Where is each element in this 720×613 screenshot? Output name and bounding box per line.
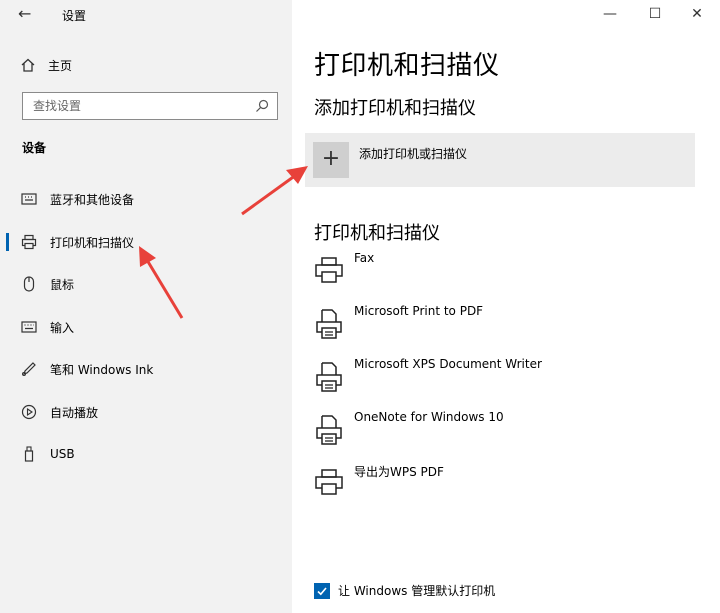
search-input[interactable]	[31, 93, 255, 119]
home-icon	[20, 57, 36, 73]
search-box[interactable]	[22, 92, 278, 120]
plus-icon: +	[313, 142, 349, 178]
keyboard-device-icon	[21, 191, 37, 207]
default-printer-option[interactable]: 让 Windows 管理默认打印机	[314, 582, 495, 599]
minimize-button[interactable]: —	[598, 4, 622, 24]
document-printer-icon	[314, 361, 344, 393]
sidebar-item-usb[interactable]: USB	[0, 437, 292, 471]
sidebar-item-label: 打印机和扫描仪	[50, 235, 135, 250]
sidebar-item-autoplay[interactable]: 自动播放	[0, 395, 292, 429]
sidebar-item-printers[interactable]: 打印机和扫描仪	[0, 225, 292, 259]
printer-name: Microsoft XPS Document Writer	[354, 357, 542, 371]
printer-icon	[314, 467, 344, 499]
sidebar-item-typing[interactable]: 输入	[0, 310, 292, 344]
sidebar-item-label: 鼠标	[50, 277, 75, 292]
add-section-title: 添加打印机和扫描仪	[314, 98, 476, 119]
keyboard-icon	[21, 319, 37, 335]
maximize-button[interactable]: ☐	[643, 4, 667, 24]
checkbox-label: 让 Windows 管理默认打印机	[338, 584, 496, 598]
autoplay-icon	[21, 404, 37, 420]
selected-indicator	[6, 233, 9, 251]
mouse-icon	[21, 276, 37, 292]
page-title: 打印机和扫描仪	[314, 51, 500, 81]
printer-name: 导出为WPS PDF	[354, 465, 444, 479]
add-printer-button[interactable]: + 添加打印机或扫描仪	[305, 133, 695, 187]
document-printer-icon	[314, 308, 344, 340]
printer-list-title: 打印机和扫描仪	[314, 223, 440, 244]
printer-icon	[314, 255, 344, 287]
back-arrow-icon[interactable]: ←	[18, 5, 40, 23]
printer-item-onenote[interactable]: OneNote for Windows 10	[314, 410, 504, 454]
sidebar-item-label: USB	[50, 447, 75, 461]
checkbox-checked[interactable]	[314, 582, 330, 599]
home-label: 主页	[48, 58, 73, 73]
section-title: 设备	[22, 141, 47, 155]
printer-name: OneNote for Windows 10	[354, 410, 504, 424]
search-icon[interactable]	[255, 98, 269, 112]
usb-icon	[21, 446, 37, 462]
sidebar: ← 设置 主页 设备 蓝牙和其他设备 打印机和扫描仪 鼠标	[0, 0, 292, 613]
sidebar-item-label: 笔和 Windows Ink	[50, 362, 154, 377]
printer-item-fax[interactable]: Fax	[314, 251, 374, 295]
sidebar-item-label: 蓝牙和其他设备	[50, 192, 135, 207]
app-title: 设置	[62, 9, 87, 23]
printer-name: Microsoft Print to PDF	[354, 304, 484, 318]
printer-icon	[21, 234, 37, 250]
close-button[interactable]: ✕	[685, 4, 709, 24]
document-printer-icon	[314, 414, 344, 446]
sidebar-item-label: 输入	[50, 320, 75, 335]
main-content: — ☐ ✕ 打印机和扫描仪 添加打印机和扫描仪 + 添加打印机或扫描仪 打印机和…	[292, 0, 720, 613]
printer-name: Fax	[354, 251, 375, 265]
add-printer-label: 添加打印机或扫描仪	[359, 147, 468, 161]
pen-icon	[21, 361, 37, 377]
printer-item-wps-pdf[interactable]: 导出为WPS PDF	[314, 463, 444, 507]
home-link[interactable]: 主页	[20, 55, 72, 75]
printer-item-ms-pdf[interactable]: Microsoft Print to PDF	[314, 304, 483, 348]
sidebar-item-pen[interactable]: 笔和 Windows Ink	[0, 352, 292, 386]
sidebar-item-mouse[interactable]: 鼠标	[0, 267, 292, 301]
sidebar-item-bluetooth[interactable]: 蓝牙和其他设备	[0, 182, 292, 216]
printer-item-xps[interactable]: Microsoft XPS Document Writer	[314, 357, 542, 401]
sidebar-item-label: 自动播放	[50, 405, 99, 420]
